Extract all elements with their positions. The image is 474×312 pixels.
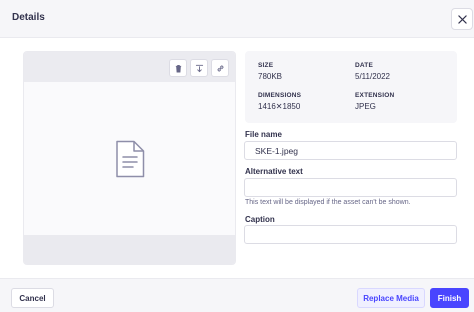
finish-button[interactable]: Finish — [430, 288, 469, 308]
alt-text-input[interactable] — [244, 178, 457, 197]
extension-label: EXTENSION — [355, 92, 395, 99]
replace-media-button[interactable]: Replace Media — [357, 288, 425, 308]
dimensions-value: 1416✕1850 — [258, 102, 301, 111]
caption-label: Caption — [245, 215, 275, 224]
link-icon — [217, 65, 223, 71]
dialog-header: Details — [0, 0, 474, 38]
caption-input[interactable] — [244, 225, 457, 244]
copy-link-button[interactable] — [211, 59, 229, 77]
asset-preview — [23, 51, 236, 265]
close-button[interactable] — [451, 8, 473, 30]
preview-canvas — [24, 82, 235, 235]
preview-toolbar — [24, 52, 235, 82]
file-name-input[interactable] — [244, 141, 457, 160]
preview-footer — [24, 235, 235, 264]
close-icon — [457, 14, 467, 24]
extension-value: JPEG — [355, 102, 376, 111]
trash-icon — [175, 64, 181, 72]
dialog-title: Details — [12, 12, 45, 23]
cancel-button[interactable]: Cancel — [11, 288, 54, 308]
size-value: 780KB — [258, 72, 283, 81]
date-label: DATE — [355, 62, 374, 69]
file-icon — [115, 140, 144, 177]
alt-text-label: Alternative text — [245, 167, 303, 176]
delete-button[interactable] — [169, 59, 187, 77]
dimensions-label: DIMENSIONS — [258, 92, 302, 99]
download-icon — [195, 64, 203, 72]
asset-metadata: SIZE 780KB DATE 5/11/2022 DIMENSIONS 141… — [245, 51, 457, 123]
download-button[interactable] — [190, 59, 208, 77]
date-value: 5/11/2022 — [355, 72, 390, 81]
asset-details-dialog: Details SIZE 780KB DATE 5/11/2022 DIMENS… — [0, 0, 474, 312]
alt-text-hint: This text will be displayed if the asset… — [245, 199, 411, 206]
size-label: SIZE — [258, 62, 274, 69]
file-name-label: File name — [245, 130, 282, 139]
